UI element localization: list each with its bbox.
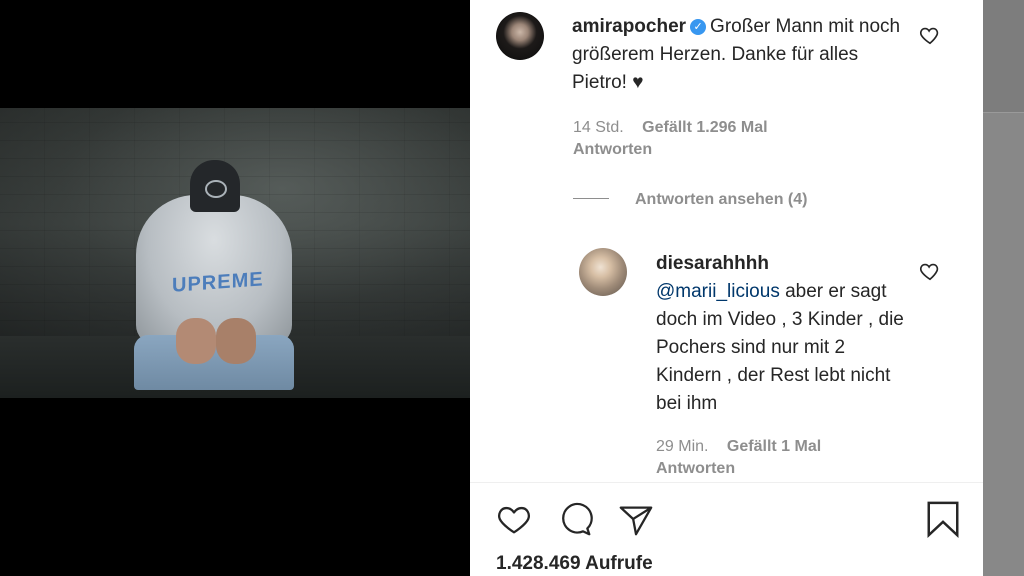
reply-username[interactable]: diesarahhhh [656,250,906,278]
caption-reply-link[interactable]: Antworten [573,141,652,159]
share-icon[interactable] [617,500,655,538]
caption-comment: amirapocher ✓ Großer Mann mit noch größere… [572,13,907,97]
reply-comment: diesarahhhh @marii_licious aber er sagt … [656,250,906,418]
bookmark-icon[interactable] [924,500,962,538]
video-person-arm-right [216,318,256,364]
caption-meta: 14 Std. Gefällt 1.296 Mal [573,119,768,137]
actions-divider [470,482,983,483]
reply-mention-link[interactable]: @marii_licious [656,281,780,302]
heart-icon[interactable] [495,500,533,538]
video-person-hoodie [136,195,292,345]
view-replies-button[interactable]: Antworten ansehen (4) [573,191,807,209]
video-player[interactable]: UPREME [0,0,470,576]
page-gutter-divider [983,112,1024,113]
view-replies-line [573,198,609,199]
cap-patch [205,180,227,198]
reply-meta: 29 Min. Gefällt 1 Mal [656,438,821,456]
verified-icon: ✓ [690,19,707,35]
reply-likes[interactable]: Gefällt 1 Mal [727,438,821,455]
view-replies-label: Antworten ansehen (4) [635,191,808,208]
comment-icon[interactable] [556,500,594,538]
avatar[interactable] [579,248,627,296]
reply-time[interactable]: 29 Min. [656,438,708,455]
reply-reply-link[interactable]: Antworten [656,460,735,478]
video-person-arm-left [176,318,216,364]
avatar[interactable] [496,12,544,60]
caption-likes[interactable]: Gefällt 1.296 Mal [642,119,767,136]
heart-icon[interactable] [919,260,941,282]
view-count[interactable]: 1.428.469 Aufrufe [496,553,653,575]
heart-icon[interactable] [919,24,941,46]
caption-username[interactable]: amirapocher [572,16,686,37]
caption-time[interactable]: 14 Std. [573,119,624,136]
page-gutter-top [983,0,1024,112]
